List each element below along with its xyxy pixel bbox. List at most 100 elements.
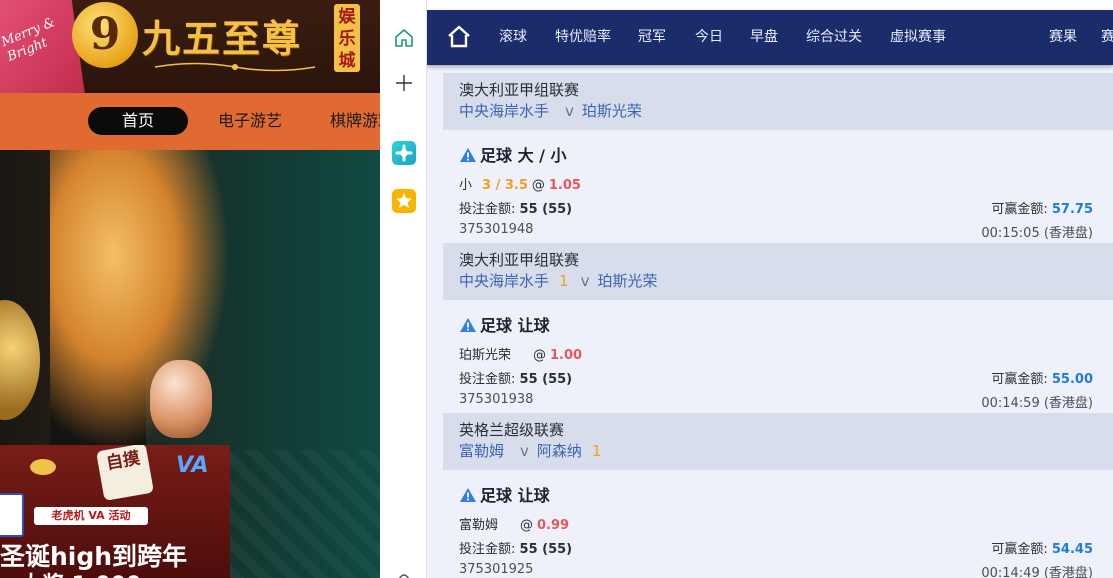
- away-team: 珀斯光荣: [597, 272, 658, 290]
- playing-card-icon: [0, 493, 24, 537]
- ticket-time: 00:14:49 (香港盘): [981, 566, 1093, 578]
- stake-value: 55 (55): [519, 202, 573, 217]
- away-score: 1: [591, 442, 602, 460]
- toolbar-home-button[interactable]: [391, 25, 417, 51]
- toolbar-more-button[interactable]: [396, 566, 412, 578]
- league-name: 英格兰超级联赛: [459, 421, 565, 439]
- ornament-icon: [154, 62, 316, 72]
- win-line: 可赢金额: 54.45: [991, 538, 1093, 557]
- slot-promo-banner[interactable]: 自摸 VA 老虎机 VA 活动 圣诞high到跨年 大奖 1,000: [0, 445, 230, 578]
- bet-type-label: 足球 大 / 小: [480, 146, 567, 165]
- versus-label: v: [580, 272, 590, 290]
- bet-type-title: 足球 大 / 小: [459, 142, 567, 166]
- bet-nav-outright[interactable]: 冠军: [638, 10, 666, 65]
- match-line: 富勒姆 v 阿森纳 1: [459, 440, 605, 461]
- home-icon: [448, 25, 470, 48]
- bet-panel-top-strip: [427, 0, 1113, 10]
- site-nav-home[interactable]: 首页: [88, 107, 188, 135]
- ticket-body: 足球 大 / 小 小 3 / 3.5 @1.05 投注金额: 55 (55) 可赢金…: [443, 130, 1113, 243]
- win-label: 可赢金额:: [991, 202, 1048, 217]
- bet-nav-virtual[interactable]: 虚拟赛事: [890, 10, 946, 65]
- site-header: Merry & Bright 9 九五至尊 娱乐城: [0, 0, 380, 110]
- bet-type-label: 足球 让球: [480, 316, 550, 335]
- at-symbol: @: [531, 178, 545, 193]
- toolbar-add-button[interactable]: [391, 70, 417, 96]
- ticket-id: 375301938: [459, 392, 534, 407]
- site-nav-slots[interactable]: 电子游艺: [218, 107, 282, 135]
- warning-triangle-icon: [460, 148, 476, 162]
- bet-nav-results[interactable]: 赛果: [1049, 10, 1077, 65]
- promo-card-text: Merry & Bright: [0, 14, 58, 65]
- ticket-body: 足球 让球 富勒姆 @0.99 投注金额: 55 (55) 可赢金额: 54.45…: [443, 470, 1113, 578]
- bet-nav-more[interactable]: 赛: [1101, 10, 1113, 65]
- odds-value: 1.00: [550, 348, 583, 363]
- stake-value: 55 (55): [519, 372, 573, 387]
- logo-badge: 娱乐城: [334, 4, 360, 72]
- home-score: 1: [559, 272, 569, 290]
- promo-subheadline: 大奖 1,000: [20, 567, 141, 578]
- coin-icon: [30, 459, 56, 475]
- away-team: 阿森纳: [536, 442, 582, 460]
- toolbar-favorite-button[interactable]: [392, 189, 416, 213]
- warning-triangle-icon: [460, 488, 476, 502]
- bet-nav-home-button[interactable]: [445, 23, 473, 51]
- gold-coin-illustration: [0, 300, 40, 420]
- koi-fish-illustration: [150, 360, 212, 438]
- stake-line: 投注金额: 55 (55): [459, 368, 572, 387]
- bet-panel: 滚球 特优赔率 冠军 今日 早盘 综合过关 虚拟赛事 赛果 赛 澳大利亚甲组联赛…: [427, 0, 1113, 578]
- league-name: 澳大利亚甲组联赛: [459, 81, 580, 99]
- win-line: 可赢金额: 55.00: [991, 368, 1093, 387]
- away-team: 珀斯光荣: [581, 102, 642, 120]
- stake-label: 投注金额:: [459, 542, 516, 557]
- win-value: 57.75: [1051, 202, 1093, 217]
- ticket-id: 375301925: [459, 562, 534, 577]
- bet-type-title: 足球 让球: [459, 312, 550, 336]
- bet-selection: 富勒姆 @0.99: [459, 514, 569, 533]
- bet-selection: 珀斯光荣 @1.00: [459, 344, 582, 363]
- ticket-time: 00:15:05 (香港盘): [981, 226, 1093, 241]
- win-line: 可赢金额: 57.75: [991, 198, 1093, 217]
- home-team: 中央海岸水手: [459, 102, 550, 120]
- versus-label: v: [565, 102, 574, 120]
- versus-label: v: [520, 442, 529, 460]
- match-line: 中央海岸水手 1 v 珀斯光荣: [459, 270, 665, 291]
- logo-digit: 9: [89, 9, 121, 60]
- match-line: 中央海岸水手 v 珀斯光荣: [459, 100, 650, 121]
- odds-value: 1.05: [548, 178, 581, 193]
- warning-triangle-icon: [460, 318, 476, 332]
- toolbar-app-button[interactable]: [392, 141, 416, 165]
- stake-value: 55 (55): [519, 542, 573, 557]
- home-team: 中央海岸水手: [459, 272, 550, 290]
- bet-nav-live[interactable]: 滚球: [499, 10, 527, 65]
- promo-tag: 老虎机 VA 活动: [34, 507, 148, 525]
- site-nav: 首页 电子游艺 棋牌游戏: [0, 93, 380, 150]
- stake-label: 投注金额:: [459, 202, 516, 217]
- star-icon: [396, 193, 412, 208]
- win-label: 可赢金额:: [991, 372, 1048, 387]
- ticket-id: 375301948: [459, 222, 534, 237]
- ticket-league-header: 英格兰超级联赛 富勒姆 v 阿森纳 1: [443, 413, 1113, 470]
- ticket-time: 00:14:59 (香港盘): [981, 396, 1093, 411]
- handicap-value: 3 / 3.5: [482, 178, 528, 193]
- league-name: 澳大利亚甲组联赛: [459, 251, 580, 269]
- bet-type-title: 足球 让球: [459, 482, 550, 506]
- bet-nav-early[interactable]: 早盘: [750, 10, 778, 65]
- win-label: 可赢金额:: [991, 542, 1048, 557]
- bet-nav-parlay[interactable]: 综合过关: [806, 10, 862, 65]
- bet-selection: 小 3 / 3.5 @1.05: [459, 174, 581, 193]
- win-value: 54.45: [1051, 542, 1093, 557]
- site-nav-cards[interactable]: 棋牌游戏: [330, 107, 380, 135]
- home-icon: [395, 29, 413, 47]
- stake-line: 投注金额: 55 (55): [459, 198, 572, 217]
- bet-nav-best-odds[interactable]: 特优赔率: [555, 10, 611, 65]
- at-symbol: @: [520, 518, 534, 533]
- logo-emblem: 9: [72, 2, 138, 68]
- bet-nav-today[interactable]: 今日: [695, 10, 723, 65]
- plus-icon: [396, 75, 412, 91]
- logo-ornament: [150, 60, 320, 74]
- side-toolbar: [380, 0, 427, 578]
- casino-site: Merry & Bright 9 九五至尊 娱乐城 首页 电子游艺 棋牌游戏 自…: [0, 0, 380, 578]
- banner-pattern: [230, 450, 380, 578]
- app-icon: [395, 144, 413, 162]
- va-logo: VA: [176, 453, 209, 478]
